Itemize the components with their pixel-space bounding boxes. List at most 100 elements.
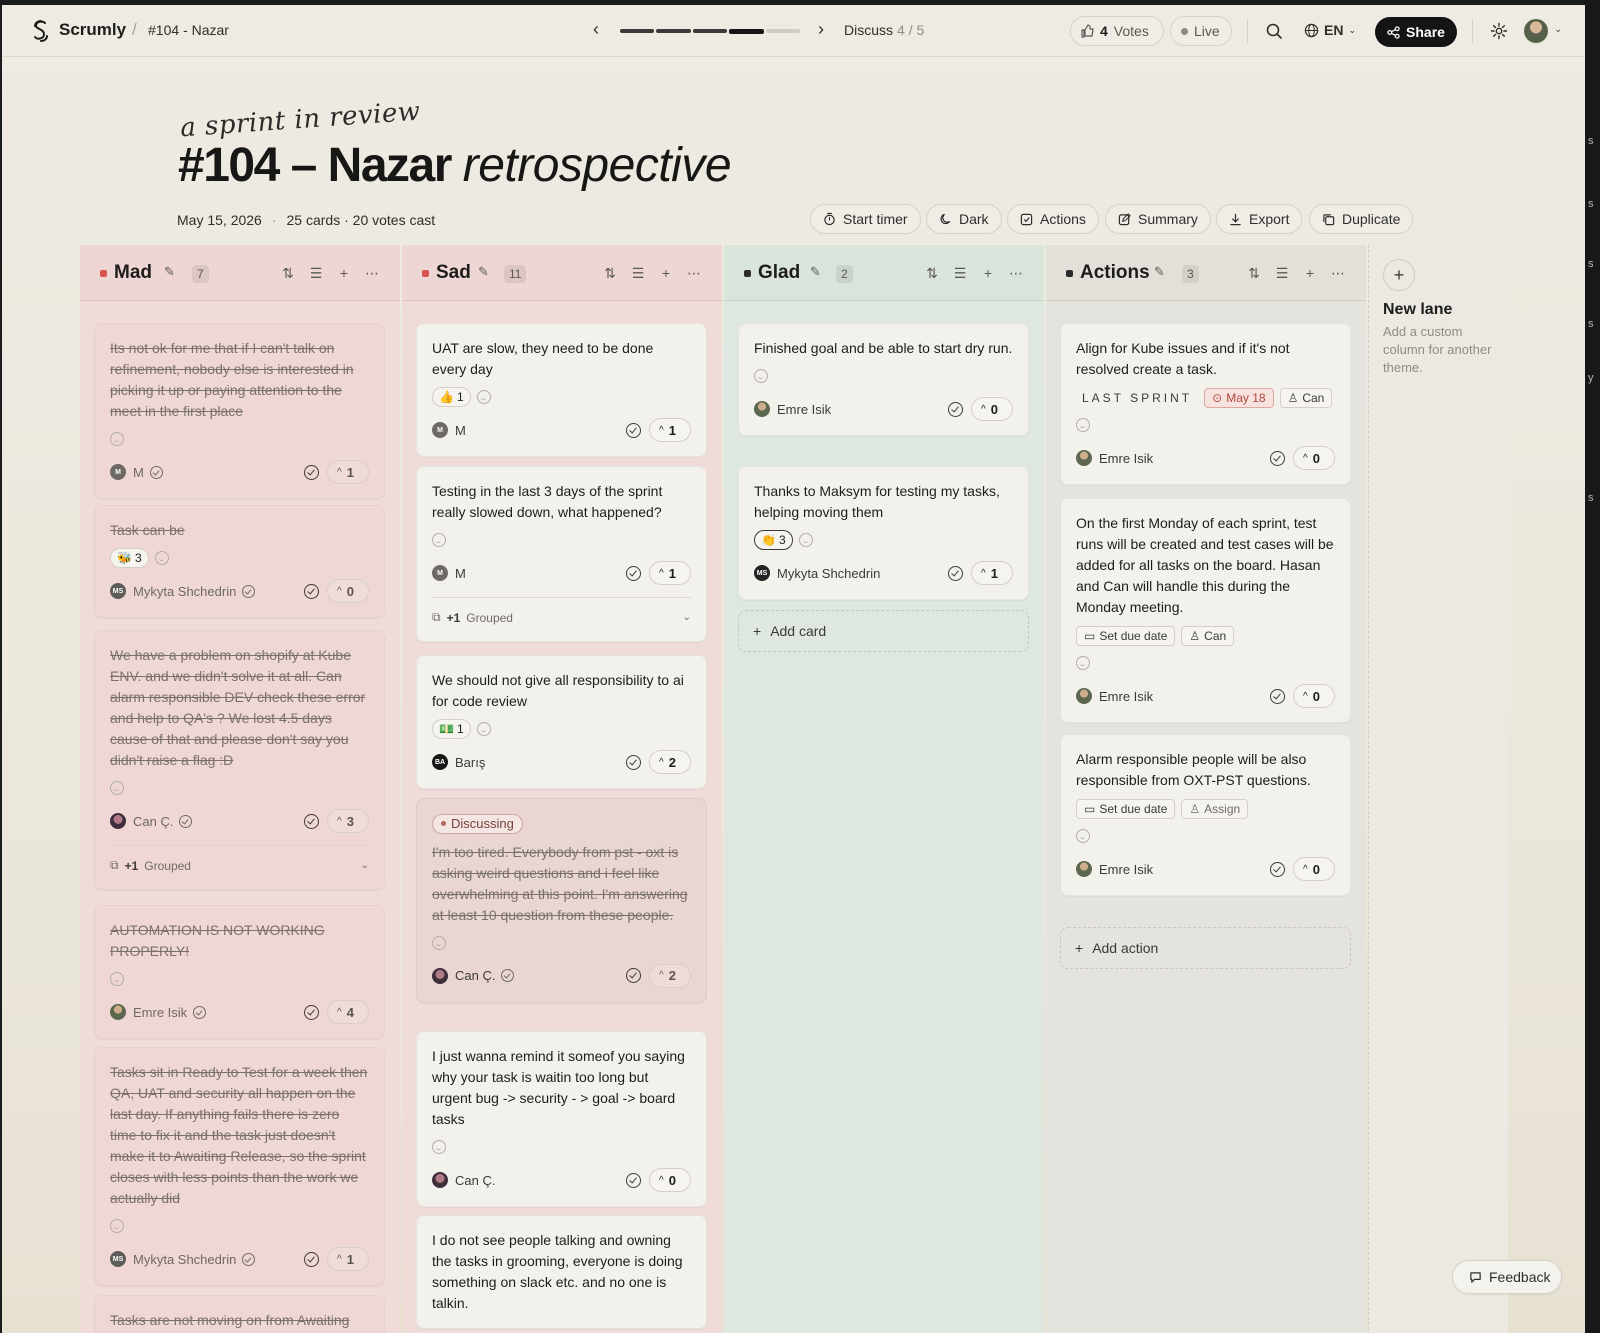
reaction-chip[interactable]: 👏 3 bbox=[754, 530, 793, 550]
export-button[interactable]: Export bbox=[1216, 204, 1303, 234]
add-reaction-icon[interactable] bbox=[798, 533, 813, 547]
add-icon[interactable]: + bbox=[1302, 265, 1318, 282]
feedback-button[interactable]: Feedback bbox=[1452, 1260, 1562, 1294]
language-selector[interactable]: EN ⌄ bbox=[1304, 22, 1356, 38]
mark-done-icon[interactable] bbox=[1270, 450, 1285, 466]
upvote-button[interactable]: ^ 1 bbox=[971, 561, 1013, 585]
start-timer-button[interactable]: Start timer bbox=[810, 204, 921, 234]
dark-mode-button[interactable]: Dark bbox=[926, 204, 1002, 234]
mark-done-icon[interactable] bbox=[626, 968, 641, 983]
card[interactable]: Its not ok for me that if I can't talk o… bbox=[94, 323, 385, 499]
next-phase-button[interactable]: › bbox=[812, 19, 830, 40]
gear-icon[interactable] bbox=[1489, 21, 1509, 41]
add-lane-icon[interactable]: + bbox=[1383, 259, 1415, 291]
add-reaction-icon[interactable] bbox=[110, 432, 124, 446]
pencil-icon[interactable]: ✎ bbox=[810, 264, 821, 280]
sort-icon[interactable]: ⇅ bbox=[280, 265, 296, 282]
reaction-chip[interactable]: 🐝 3 bbox=[110, 548, 149, 568]
chevron-down-icon[interactable]: ⌄ bbox=[1554, 24, 1562, 35]
votes-pill[interactable]: 4 Votes bbox=[1070, 16, 1164, 46]
search-icon[interactable] bbox=[1264, 21, 1284, 41]
prev-phase-button[interactable]: ‹ bbox=[587, 19, 605, 40]
mark-done-icon[interactable] bbox=[626, 565, 641, 581]
mark-done-icon[interactable] bbox=[1270, 688, 1285, 704]
filter-icon[interactable]: ☰ bbox=[952, 265, 968, 282]
sort-icon[interactable]: ⇅ bbox=[602, 265, 618, 282]
filter-icon[interactable]: ☰ bbox=[308, 265, 324, 282]
card[interactable]: We have a problem on shopify at Kube ENV… bbox=[94, 630, 385, 890]
assignee-tag[interactable]: ♙ Can bbox=[1181, 626, 1235, 646]
mark-done-icon[interactable] bbox=[304, 1251, 319, 1267]
card[interactable]: Tasks are not moving on from Awaiting bbox=[94, 1295, 385, 1333]
more-icon[interactable]: ⋯ bbox=[1330, 265, 1346, 282]
reaction-chip[interactable]: 👍 1 bbox=[432, 387, 471, 407]
actions-button[interactable]: Actions bbox=[1007, 204, 1099, 234]
add-reaction-icon[interactable] bbox=[1076, 418, 1090, 432]
add-reaction-icon[interactable] bbox=[476, 722, 491, 736]
add-reaction-icon[interactable] bbox=[432, 935, 446, 950]
more-icon[interactable]: ⋯ bbox=[364, 265, 380, 282]
add-icon[interactable]: + bbox=[336, 265, 352, 282]
assignee-tag[interactable]: ♙ Can bbox=[1279, 388, 1333, 408]
action-card[interactable]: Alarm responsible people will be also re… bbox=[1060, 734, 1351, 896]
mark-done-icon[interactable] bbox=[948, 565, 963, 581]
mark-done-icon[interactable] bbox=[948, 401, 963, 417]
grouped-toggle[interactable]: ⧉ +1 Grouped ⌄ bbox=[432, 597, 691, 627]
mark-done-icon[interactable] bbox=[304, 583, 319, 599]
mark-done-icon[interactable] bbox=[304, 1004, 319, 1020]
upvote-button[interactable]: ^ 1 bbox=[327, 460, 369, 484]
user-avatar[interactable] bbox=[1524, 19, 1548, 43]
card[interactable]: AUTOMATION IS NOT WORKING PROPERLY! Emre… bbox=[94, 905, 385, 1039]
filter-icon[interactable]: ☰ bbox=[630, 265, 646, 282]
add-reaction-icon[interactable] bbox=[110, 972, 124, 986]
pencil-icon[interactable]: ✎ bbox=[478, 264, 489, 280]
add-icon[interactable]: + bbox=[980, 265, 996, 282]
mark-done-icon[interactable] bbox=[626, 422, 641, 438]
add-card-button[interactable]: + Add card bbox=[738, 610, 1029, 652]
upvote-button[interactable]: ^ 3 bbox=[327, 809, 369, 833]
upvote-button[interactable]: ^ 0 bbox=[1293, 684, 1335, 708]
grouped-toggle[interactable]: ⧉ +1 Grouped ⌄ bbox=[110, 845, 369, 875]
card[interactable]: UAT are slow, they need to be done every… bbox=[416, 323, 707, 457]
reaction-chip[interactable]: 💵 1 bbox=[432, 719, 471, 739]
upvote-button[interactable]: ^ 1 bbox=[649, 418, 691, 442]
more-icon[interactable]: ⋯ bbox=[686, 265, 702, 282]
scrumly-logo-icon[interactable] bbox=[30, 19, 52, 43]
action-card[interactable]: Align for Kube issues and if it's not re… bbox=[1060, 323, 1351, 485]
mark-done-icon[interactable] bbox=[304, 464, 319, 480]
upvote-button[interactable]: ^ 2 bbox=[649, 963, 691, 988]
add-reaction-icon[interactable] bbox=[476, 390, 491, 404]
card[interactable]: We should not give all responsibility to… bbox=[416, 655, 707, 789]
mark-done-icon[interactable] bbox=[626, 1172, 641, 1188]
add-reaction-icon[interactable] bbox=[754, 369, 768, 383]
live-pill[interactable]: Live bbox=[1170, 16, 1232, 46]
add-reaction-icon[interactable] bbox=[432, 1140, 446, 1154]
upvote-button[interactable]: ^ 0 bbox=[649, 1168, 691, 1192]
card[interactable]: Thanks to Maksym for testing my tasks, h… bbox=[738, 466, 1029, 600]
more-icon[interactable]: ⋯ bbox=[1008, 265, 1024, 282]
card[interactable]: Discussing I'm too tired. Everybody from… bbox=[416, 798, 707, 1003]
add-icon[interactable]: + bbox=[658, 265, 674, 282]
mark-done-icon[interactable] bbox=[304, 813, 319, 829]
card[interactable]: I do not see people talking and owning t… bbox=[416, 1215, 707, 1329]
upvote-button[interactable]: ^ 1 bbox=[649, 561, 691, 585]
add-reaction-icon[interactable] bbox=[154, 551, 169, 565]
pencil-icon[interactable]: ✎ bbox=[1154, 264, 1165, 280]
upvote-button[interactable]: ^ 0 bbox=[327, 579, 369, 603]
due-date-tag[interactable]: ⊙ May 18 bbox=[1204, 388, 1274, 408]
upvote-button[interactable]: ^ 4 bbox=[327, 1000, 369, 1024]
upvote-button[interactable]: ^ 0 bbox=[971, 397, 1013, 421]
filter-icon[interactable]: ☰ bbox=[1274, 265, 1290, 282]
set-due-date-button[interactable]: ▭ Set due date bbox=[1076, 799, 1176, 819]
card[interactable]: Task can be 🐝 3 MS Mykyta Shchedrin ^ 0 bbox=[94, 505, 385, 618]
assign-button[interactable]: ♙ Assign bbox=[1181, 799, 1249, 819]
action-card[interactable]: On the first Monday of each sprint, test… bbox=[1060, 498, 1351, 723]
add-reaction-icon[interactable] bbox=[432, 533, 446, 547]
upvote-button[interactable]: ^ 0 bbox=[1293, 857, 1335, 881]
card[interactable]: Finished goal and be able to start dry r… bbox=[738, 323, 1029, 436]
summary-button[interactable]: Summary bbox=[1105, 204, 1211, 234]
set-due-date-button[interactable]: ▭ Set due date bbox=[1076, 626, 1176, 646]
card[interactable]: Testing in the last 3 days of the sprint… bbox=[416, 466, 707, 642]
sort-icon[interactable]: ⇅ bbox=[1246, 265, 1262, 282]
add-reaction-icon[interactable] bbox=[1076, 829, 1090, 843]
